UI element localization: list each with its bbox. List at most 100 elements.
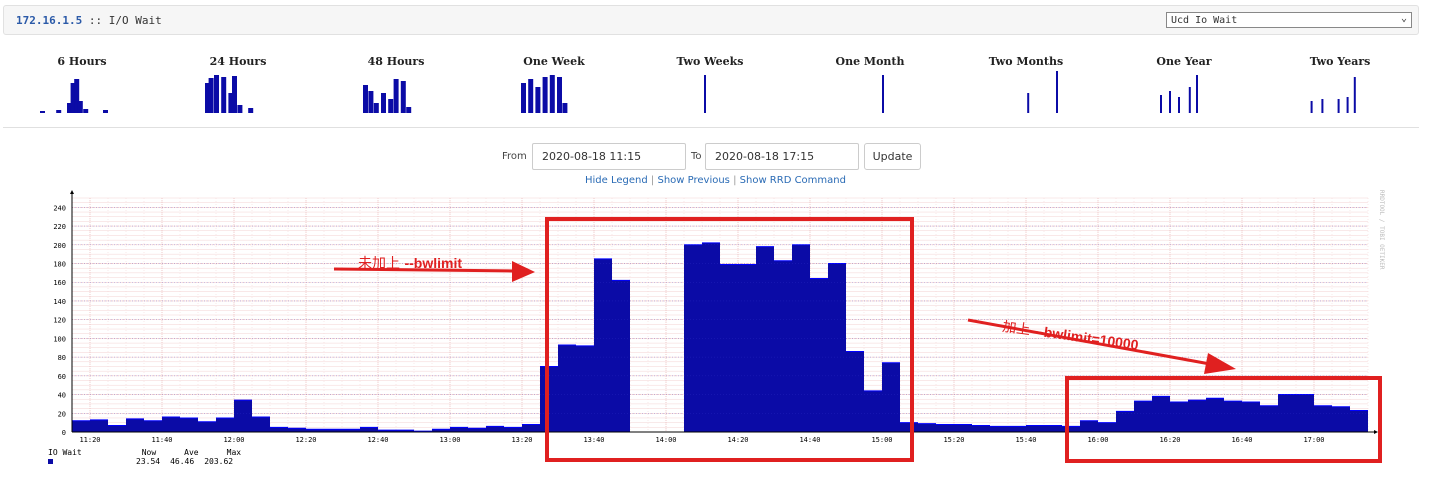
- thumbnail-graph-5[interactable]: One Month: [800, 55, 940, 119]
- thumbnail-graph-8[interactable]: Two Years: [1270, 55, 1410, 119]
- data-bar: [1260, 405, 1278, 432]
- data-bar: [180, 417, 198, 432]
- chevron-down-icon: ⌄: [1400, 13, 1407, 24]
- data-bar: [216, 417, 234, 432]
- data-bar: [234, 400, 252, 432]
- data-bar: [162, 417, 180, 432]
- data-bar: [1206, 398, 1224, 432]
- link-separator: |: [733, 175, 737, 186]
- thumbnail-graph-7[interactable]: One Year: [1114, 55, 1254, 119]
- legend-max-label: Max: [226, 448, 242, 457]
- host-ip: 172.16.1.5: [16, 14, 83, 27]
- data-bar: [720, 264, 738, 432]
- data-bar: [198, 421, 216, 432]
- thumbnail-bar: [208, 78, 214, 113]
- data-bar: [126, 418, 144, 432]
- graph-select-value: Ucd Io Wait: [1171, 15, 1238, 26]
- graph-header: 172.16.1.5 :: I/O Wait Ucd Io Wait ⌄: [3, 5, 1419, 35]
- data-bar: [1026, 425, 1044, 432]
- data-bar: [936, 424, 954, 432]
- thumbnail-bar: [1353, 77, 1356, 113]
- thumbnail-bar: [400, 81, 406, 113]
- data-bar: [108, 425, 126, 432]
- y-axis-arrow: [70, 190, 74, 194]
- legend-now-value: 23.54: [136, 457, 161, 466]
- thumbnail-graph-1[interactable]: 24 Hours: [168, 55, 308, 119]
- show-previous-link[interactable]: Show Previous: [657, 175, 729, 186]
- data-bar: [1188, 400, 1206, 432]
- thumbnail-bar: [83, 109, 89, 113]
- io-wait-chart: 0 20 40 60 80 100 120 140 160 180 200 220 240 11:20 11…: [53, 190, 1382, 463]
- thumbnail-bar: [562, 103, 568, 113]
- data-bar: [558, 344, 576, 432]
- to-date-input[interactable]: 2020-08-18 17:15: [705, 143, 859, 170]
- to-label: To: [691, 151, 702, 162]
- y-tick-label: 120: [53, 317, 66, 325]
- data-bar: [1314, 405, 1332, 432]
- y-tick-label: 100: [53, 335, 66, 343]
- data-bar: [1044, 425, 1062, 432]
- thumbnail-bar: [557, 77, 562, 113]
- update-button[interactable]: Update: [864, 143, 921, 170]
- thumbnail-bar: [1027, 93, 1030, 113]
- data-bar: [738, 264, 756, 432]
- x-tick-label: 14:40: [799, 436, 820, 444]
- show-rrd-command-link[interactable]: Show RRD Command: [740, 175, 846, 186]
- chart-legend: IO Wait Now Ave Max 23.54 46.46 203.62: [48, 448, 241, 466]
- thumbnail-bar: [549, 75, 555, 113]
- data-bar: [864, 390, 882, 432]
- x-tick-label: 14:20: [727, 436, 748, 444]
- y-tick-label: 60: [58, 373, 66, 381]
- host-title: 172.16.1.5 :: I/O Wait: [16, 14, 162, 27]
- y-tick-label: 240: [53, 204, 66, 212]
- from-label: From: [502, 151, 527, 162]
- graph-type-select[interactable]: Ucd Io Wait ⌄: [1166, 12, 1412, 28]
- thumbnail-graph-0[interactable]: 6 Hours: [12, 55, 152, 119]
- graph-title: I/O Wait: [108, 14, 162, 27]
- thumbnail-graph-3[interactable]: One Week: [484, 55, 624, 119]
- data-bar: [72, 420, 90, 432]
- hide-legend-link[interactable]: Hide Legend: [585, 175, 648, 186]
- data-bar: [1098, 422, 1116, 432]
- legend-ave-value: 46.46: [170, 457, 195, 466]
- legend-swatch: [48, 459, 53, 464]
- data-bar: [252, 417, 270, 432]
- data-bar: [1242, 402, 1260, 432]
- thumbnail-graph-2[interactable]: 48 Hours: [326, 55, 466, 119]
- range-controls: From 2020-08-18 11:15 To 2020-08-18 17:1…: [0, 143, 1431, 171]
- annotation-before-flag: --bwlimit: [404, 255, 462, 271]
- annotation-before: 未加上 --bwlimit: [358, 253, 462, 273]
- data-bar: [144, 420, 162, 432]
- thumbnail-label: 6 Hours: [57, 55, 107, 68]
- title-separator: ::: [82, 14, 109, 27]
- thumbnail-label: Two Years: [1309, 55, 1371, 68]
- annotation-after-cn: 加上: [1001, 318, 1032, 339]
- y-tick-label: 180: [53, 261, 66, 269]
- thumbnail-bar: [542, 77, 548, 113]
- data-bar: [594, 258, 612, 432]
- thumbnail-bar: [56, 110, 62, 113]
- x-tick-label: 11:20: [79, 436, 100, 444]
- data-bar: [1116, 411, 1134, 432]
- thumbnail-bar: [528, 79, 534, 113]
- thumbnail-label: One Year: [1156, 55, 1212, 68]
- thumbnail-label: Two Weeks: [676, 55, 744, 68]
- data-bar: [468, 428, 486, 432]
- legend-max-value: 203.62: [204, 457, 234, 466]
- x-tick-label: 11:40: [151, 436, 172, 444]
- thumbnail-bar: [1188, 87, 1191, 113]
- thumbnail-bar: [77, 101, 83, 113]
- thumbnail-graph-6[interactable]: Two Months: [956, 55, 1096, 119]
- data-bar: [972, 425, 990, 432]
- thumbnail-bar: [704, 75, 706, 113]
- data-bar: [450, 427, 468, 432]
- thumbnail-graph-4[interactable]: Two Weeks: [640, 55, 780, 119]
- x-tick-label: 15:20: [943, 436, 964, 444]
- thumbnail-bar: [381, 93, 386, 113]
- data-bar: [522, 424, 540, 432]
- thumbnail-bar: [1337, 99, 1340, 113]
- thumbnail-sparkline: [882, 75, 884, 113]
- data-bar: [1170, 402, 1188, 432]
- from-date-input[interactable]: 2020-08-18 11:15: [532, 143, 686, 170]
- data-bar: [846, 351, 864, 432]
